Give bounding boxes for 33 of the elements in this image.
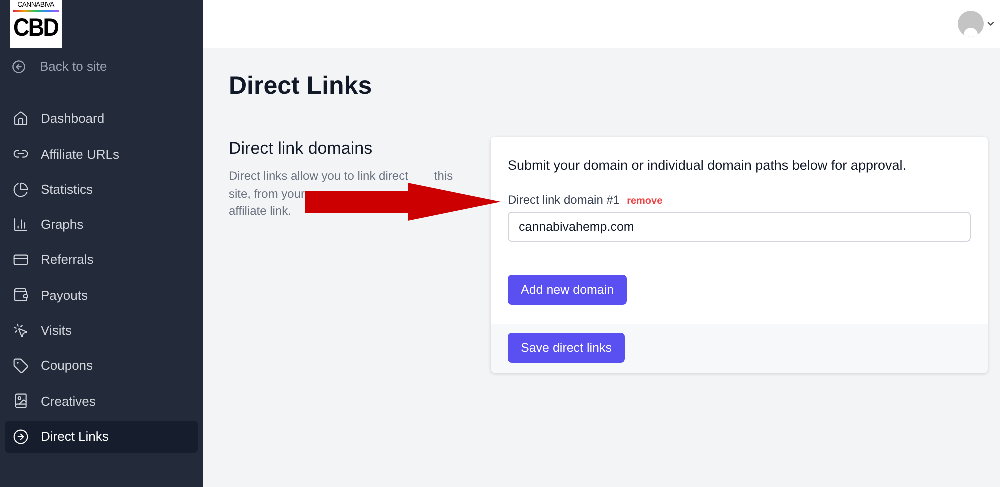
description-text: this xyxy=(434,168,454,185)
sidebar-item[interactable]: Affiliate URLs xyxy=(5,138,198,170)
sidebar-item[interactable]: Dashboard xyxy=(5,103,198,135)
sidebar-item[interactable]: Visits xyxy=(5,314,198,347)
bar-chart-icon xyxy=(13,216,29,233)
tag-icon xyxy=(13,358,29,374)
sidebar-item[interactable]: Creatives xyxy=(5,385,198,418)
section-title: Direct link domains xyxy=(229,138,374,160)
save-button[interactable]: Save direct links xyxy=(508,333,626,364)
logo-main-text: CBD xyxy=(14,13,58,44)
page-title: Direct Links xyxy=(229,71,374,102)
description-text: Direct links allow you to link direct xyxy=(229,168,408,185)
domain-input-field[interactable]: cannabivahemp.com xyxy=(508,212,971,242)
wallet-icon xyxy=(13,287,29,304)
pie-chart-icon xyxy=(13,182,29,198)
sidebar-item[interactable]: Payouts xyxy=(5,279,198,312)
cursor-click-icon xyxy=(13,322,29,339)
sidebar-item[interactable]: Statistics xyxy=(5,174,198,206)
back-to-site-link[interactable]: Back to site xyxy=(12,55,203,79)
remove-link[interactable]: remove xyxy=(627,194,663,210)
image-icon xyxy=(13,393,29,410)
home-icon xyxy=(13,111,29,127)
description-text: site, from your xyxy=(229,186,306,202)
card-intro-text: Submit your domain or individual domain paths below for approval. xyxy=(508,157,908,175)
domain-field-label: Direct link domain #1 xyxy=(508,192,620,210)
sidebar-item[interactable]: Referrals xyxy=(5,244,198,276)
sidebar-item[interactable]: Direct Links xyxy=(5,420,198,453)
add-domain-button[interactable]: Add new domain xyxy=(508,275,628,306)
sidebar-item[interactable]: Graphs xyxy=(5,208,198,241)
chevron-down-icon[interactable] xyxy=(986,19,996,29)
arrow-circle-icon xyxy=(13,428,29,445)
sidebar-item[interactable]: Coupons xyxy=(5,350,198,382)
description-text: affiliate link. xyxy=(229,203,292,220)
